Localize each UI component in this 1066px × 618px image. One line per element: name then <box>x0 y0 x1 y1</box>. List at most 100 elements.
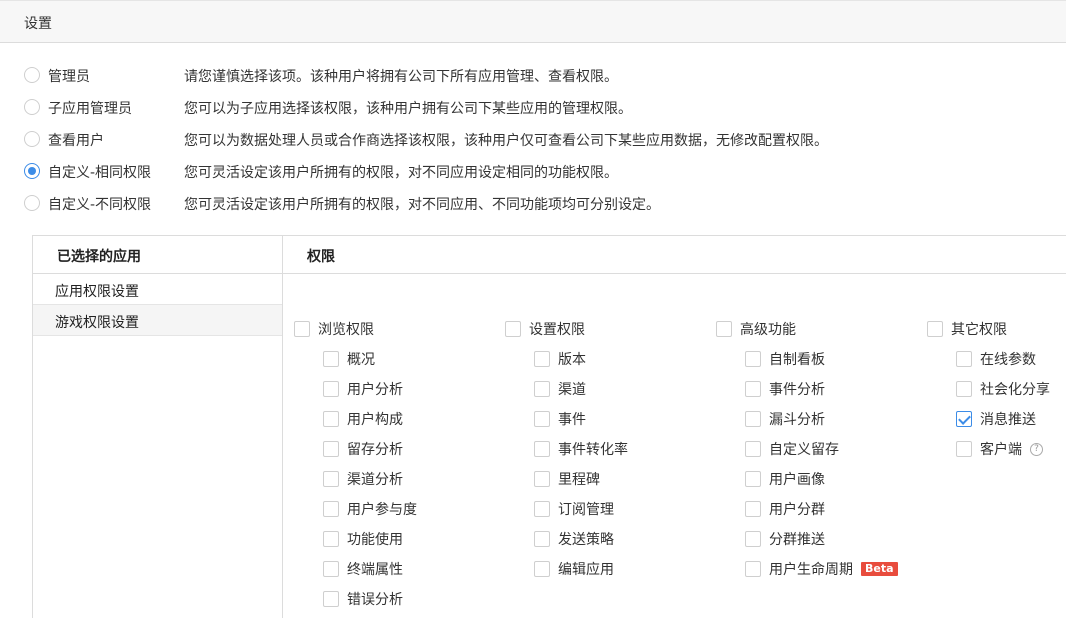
permission-item[interactable]: 社会化分享 <box>956 379 1050 399</box>
permission-item[interactable]: 事件转化率 <box>534 439 628 459</box>
permission-checkbox[interactable] <box>956 381 972 397</box>
role-description: 您可灵活设定该用户所拥有的权限，对不同应用、不同功能项均可分别设定。 <box>184 197 660 213</box>
permission-checkbox[interactable] <box>323 591 339 607</box>
permission-label: 自定义留存 <box>769 442 839 458</box>
permission-group-other[interactable]: 其它权限 <box>927 319 1007 339</box>
role-label: 管理员 <box>48 69 90 85</box>
permission-item[interactable]: 订阅管理 <box>534 499 614 519</box>
permission-item[interactable]: 里程碑 <box>534 469 600 489</box>
permission-item[interactable]: 分群推送 <box>745 529 825 549</box>
permission-checkbox[interactable] <box>745 441 761 457</box>
permission-checkbox[interactable] <box>534 381 550 397</box>
permission-checkbox[interactable] <box>745 471 761 487</box>
permission-item[interactable]: 用户生命周期 Beta <box>745 559 898 579</box>
role-option-admin[interactable]: 管理员 请您谨慎选择该项。该种用户将拥有公司下所有应用管理、查看权限。 <box>24 65 618 85</box>
group-checkbox[interactable] <box>716 321 732 337</box>
permission-checkbox[interactable] <box>745 561 761 577</box>
permission-label: 用户画像 <box>769 472 825 488</box>
permission-item[interactable]: 留存分析 <box>323 439 403 459</box>
permission-checkbox[interactable] <box>534 411 550 427</box>
permission-item[interactable]: 错误分析 <box>323 589 403 609</box>
permission-checkbox[interactable] <box>745 381 761 397</box>
permission-item[interactable]: 版本 <box>534 349 586 369</box>
admin-radio[interactable] <box>24 67 40 83</box>
help-icon[interactable]: ? <box>1030 442 1043 456</box>
permission-checkbox[interactable] <box>534 471 550 487</box>
permission-item[interactable]: 事件 <box>534 409 586 429</box>
permission-checkbox[interactable] <box>534 351 550 367</box>
permission-checkbox[interactable] <box>323 411 339 427</box>
permission-checkbox[interactable] <box>534 531 550 547</box>
custom-same-radio[interactable] <box>24 163 40 179</box>
permission-item[interactable]: 发送策略 <box>534 529 614 549</box>
permission-checkbox[interactable] <box>956 441 972 457</box>
permission-label: 订阅管理 <box>558 502 614 518</box>
permissions-header: 权限 <box>283 236 1066 274</box>
permission-group-settings[interactable]: 设置权限 <box>505 319 585 339</box>
permission-item[interactable]: 在线参数 <box>956 349 1036 369</box>
group-checkbox[interactable] <box>927 321 943 337</box>
permission-checkbox[interactable] <box>745 531 761 547</box>
permission-label: 终端属性 <box>347 562 403 578</box>
role-option-custom-different[interactable]: 自定义-不同权限 您可灵活设定该用户所拥有的权限，对不同应用、不同功能项均可分别… <box>24 193 660 213</box>
permission-item[interactable]: 用户参与度 <box>323 499 417 519</box>
permission-checkbox[interactable] <box>745 501 761 517</box>
permission-label: 用户构成 <box>347 412 403 428</box>
permission-item[interactable]: 自制看板 <box>745 349 825 369</box>
permission-item[interactable]: 消息推送 <box>956 409 1036 429</box>
group-checkbox[interactable] <box>505 321 521 337</box>
permission-item[interactable]: 概况 <box>323 349 375 369</box>
permission-checkbox[interactable] <box>534 501 550 517</box>
permission-item[interactable]: 终端属性 <box>323 559 403 579</box>
permission-checkbox[interactable] <box>323 351 339 367</box>
custom-different-radio[interactable] <box>24 195 40 211</box>
permission-label: 社会化分享 <box>980 382 1050 398</box>
permission-item[interactable]: 渠道 <box>534 379 586 399</box>
group-label: 高级功能 <box>740 322 796 338</box>
permission-label: 发送策略 <box>558 532 614 548</box>
permission-checkbox[interactable] <box>323 561 339 577</box>
permission-item[interactable]: 漏斗分析 <box>745 409 825 429</box>
role-option-custom-same[interactable]: 自定义-相同权限 您可灵活设定该用户所拥有的权限，对不同应用设定相同的功能权限。 <box>24 161 618 181</box>
permission-item[interactable]: 事件分析 <box>745 379 825 399</box>
role-description: 您可以为子应用选择该权限，该种用户拥有公司下某些应用的管理权限。 <box>184 101 632 117</box>
permission-checkbox[interactable] <box>323 531 339 547</box>
permission-group-advanced[interactable]: 高级功能 <box>716 319 796 339</box>
beta-badge: Beta <box>861 562 898 576</box>
permission-item[interactable]: 自定义留存 <box>745 439 839 459</box>
app-item-game-permissions[interactable]: 游戏权限设置 <box>33 305 282 336</box>
permission-checkbox[interactable] <box>323 441 339 457</box>
permission-checkbox[interactable] <box>534 441 550 457</box>
viewer-radio[interactable] <box>24 131 40 147</box>
app-item-app-permissions[interactable]: 应用权限设置 <box>33 274 282 305</box>
role-option-viewer[interactable]: 查看用户 您可以为数据处理人员或合作商选择该权限，该种用户仅可查看公司下某些应用… <box>24 129 828 149</box>
permission-item[interactable]: 功能使用 <box>323 529 403 549</box>
permission-item[interactable]: 用户分析 <box>323 379 403 399</box>
role-option-sub-app-admin[interactable]: 子应用管理员 您可以为子应用选择该权限，该种用户拥有公司下某些应用的管理权限。 <box>24 97 632 117</box>
permission-label: 事件分析 <box>769 382 825 398</box>
permission-checkbox[interactable] <box>745 411 761 427</box>
permission-checkbox[interactable] <box>956 351 972 367</box>
permission-checkbox[interactable] <box>956 411 972 427</box>
role-description: 您可以为数据处理人员或合作商选择该权限，该种用户仅可查看公司下某些应用数据，无修… <box>184 133 828 149</box>
permission-label: 自制看板 <box>769 352 825 368</box>
permission-checkbox[interactable] <box>745 351 761 367</box>
permission-group-browse[interactable]: 浏览权限 <box>294 319 374 339</box>
permission-checkbox[interactable] <box>323 501 339 517</box>
permission-label: 渠道分析 <box>347 472 403 488</box>
group-checkbox[interactable] <box>294 321 310 337</box>
permission-label: 用户参与度 <box>347 502 417 518</box>
permission-checkbox[interactable] <box>323 471 339 487</box>
permission-item[interactable]: 编辑应用 <box>534 559 614 579</box>
role-description: 请您谨慎选择该项。该种用户将拥有公司下所有应用管理、查看权限。 <box>184 69 618 85</box>
permission-item[interactable]: 渠道分析 <box>323 469 403 489</box>
permission-checkbox[interactable] <box>534 561 550 577</box>
permission-label: 用户分群 <box>769 502 825 518</box>
sub-app-admin-radio[interactable] <box>24 99 40 115</box>
permission-item[interactable]: 用户画像 <box>745 469 825 489</box>
permission-item[interactable]: 用户构成 <box>323 409 403 429</box>
permission-checkbox[interactable] <box>323 381 339 397</box>
permission-item[interactable]: 客户端? <box>956 439 1043 459</box>
selected-apps-header: 已选择的应用 <box>33 236 282 274</box>
permission-item[interactable]: 用户分群 <box>745 499 825 519</box>
